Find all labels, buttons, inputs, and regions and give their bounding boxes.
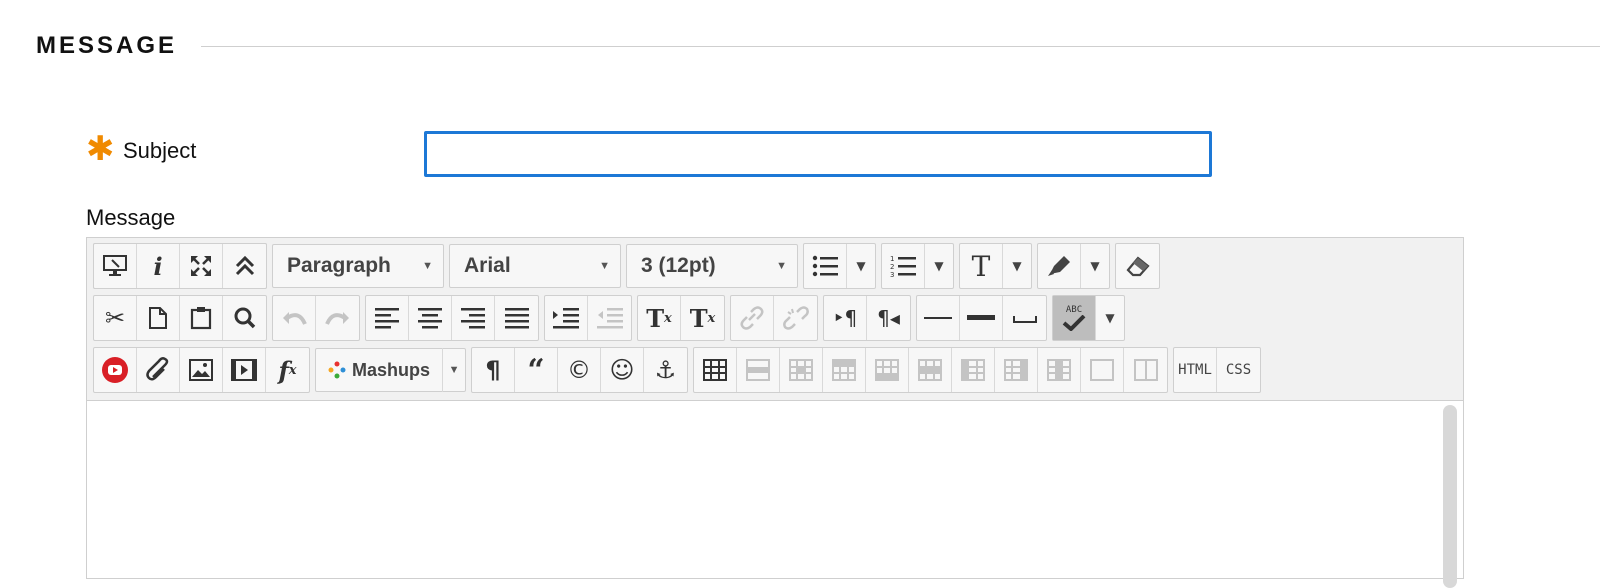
horizontal-rule-icon[interactable] (917, 296, 960, 340)
vertical-scrollbar[interactable] (1443, 405, 1457, 588)
rule-group (916, 295, 1047, 341)
table-group (693, 347, 1169, 393)
anchor-icon[interactable]: ⚓ (644, 348, 687, 392)
insert-symbols-group: ¶ “ © ☺ ⚓ (471, 347, 689, 393)
delete-row-icon[interactable] (909, 348, 953, 392)
clipboard-group: ✂ (93, 295, 267, 341)
unlink-icon[interactable] (774, 296, 817, 340)
info-icon[interactable]: i (137, 244, 180, 288)
youtube-icon[interactable] (94, 348, 137, 392)
section-header: MESSAGE (36, 30, 1600, 62)
video-icon[interactable] (223, 348, 266, 392)
mashups-label: Mashups (352, 359, 431, 380)
rtl-icon[interactable]: ¶◂ (867, 296, 910, 340)
history-group (272, 295, 360, 341)
thick-rule-icon[interactable] (960, 296, 1003, 340)
superscript-button[interactable]: Tx (638, 296, 681, 340)
image-icon[interactable] (180, 348, 223, 392)
editor-content-area[interactable] (87, 401, 1463, 588)
required-icon: ✱ (86, 130, 115, 168)
align-center-icon[interactable] (409, 296, 452, 340)
align-right-icon[interactable] (452, 296, 495, 340)
section-divider (201, 45, 1600, 47)
spellcheck-icon[interactable]: ABC (1053, 296, 1096, 340)
nonbreaking-space-icon[interactable] (1003, 296, 1046, 340)
fullscreen-icon[interactable] (180, 244, 223, 288)
spellcheck-label: ABC (1065, 305, 1083, 315)
code-group: HTML CSS (1173, 347, 1262, 393)
indent-icon[interactable] (545, 296, 588, 340)
mashups-icon (328, 361, 346, 379)
subscript-button[interactable]: Tx (681, 296, 724, 340)
insert-col-before-icon[interactable] (952, 348, 996, 392)
message-label: Message (86, 205, 176, 230)
align-left-icon[interactable] (366, 296, 409, 340)
paragraph-mark-icon[interactable]: ¶ (472, 348, 516, 392)
copy-icon[interactable] (137, 296, 180, 340)
insert-col-after-icon[interactable] (995, 348, 1039, 392)
emoticon-icon[interactable]: ☺ (601, 348, 645, 392)
insert-row-after-icon[interactable] (866, 348, 910, 392)
math-x: x (288, 362, 297, 378)
find-icon[interactable] (223, 296, 266, 340)
spellcheck-group: ABC ▼ (1052, 295, 1125, 341)
paste-icon[interactable] (180, 296, 223, 340)
toolbar-row-1-right: i (93, 243, 1459, 289)
html-button[interactable]: HTML (1174, 348, 1218, 392)
view-tools-group: i (93, 243, 267, 289)
redo-icon[interactable] (316, 296, 359, 340)
toolbar-row-3: fx Mashups ▼ ¶ “ © ☺ ⚓ HTML CSS (93, 347, 1266, 393)
media-group: fx (93, 347, 310, 393)
rich-text-editor: T T T T Paragraph ▼ Arial ▼ 3 (12pt) ▼ (86, 237, 1464, 588)
split-cell-icon[interactable] (1081, 348, 1125, 392)
merge-cell-icon[interactable] (1124, 348, 1167, 392)
section-title: MESSAGE (36, 32, 178, 59)
spellcheck-dropdown[interactable]: ▼ (1096, 296, 1124, 340)
toolbar-row-2: ✂ T x T x ‣¶ ¶◂ ABC ▼ (93, 295, 1130, 341)
mashups-button[interactable]: Mashups (316, 348, 444, 392)
table-icon[interactable] (694, 348, 738, 392)
ltr-icon[interactable]: ‣¶ (824, 296, 867, 340)
editor-toolbar: T T T T Paragraph ▼ Arial ▼ 3 (12pt) ▼ (87, 238, 1463, 401)
undo-icon[interactable] (273, 296, 316, 340)
cut-icon[interactable]: ✂ (94, 296, 137, 340)
collapse-toolbar-icon[interactable] (223, 244, 266, 288)
outdent-icon[interactable] (588, 296, 631, 340)
superscript-x: x (664, 310, 672, 326)
table-row-props-icon[interactable] (737, 348, 781, 392)
preview-icon[interactable] (94, 244, 137, 288)
subscript-x: x (707, 310, 716, 326)
table-cell-props-icon[interactable] (780, 348, 824, 392)
copyright-icon[interactable]: © (558, 348, 602, 392)
chevron-down-icon[interactable]: ▼ (443, 364, 465, 376)
mashups-menu[interactable]: Mashups ▼ (315, 348, 467, 392)
link-group (730, 295, 818, 341)
alignment-group (365, 295, 539, 341)
superscript-glyph: T (646, 303, 665, 333)
subject-input[interactable] (424, 131, 1212, 177)
blockquote-icon[interactable]: “ (515, 348, 559, 392)
subject-label: Subject (123, 138, 197, 163)
direction-group: ‣¶ ¶◂ (823, 295, 911, 341)
justify-icon[interactable] (495, 296, 538, 340)
css-button[interactable]: CSS (1217, 348, 1260, 392)
attachment-icon[interactable] (137, 348, 180, 392)
script-group: Tx Tx (637, 295, 725, 341)
insert-row-before-icon[interactable] (823, 348, 867, 392)
link-icon[interactable] (731, 296, 774, 340)
subscript-glyph: T (689, 303, 708, 333)
delete-col-icon[interactable] (1038, 348, 1082, 392)
indent-group (544, 295, 632, 341)
math-f: f (278, 355, 289, 385)
math-formula-icon[interactable]: fx (266, 348, 309, 392)
